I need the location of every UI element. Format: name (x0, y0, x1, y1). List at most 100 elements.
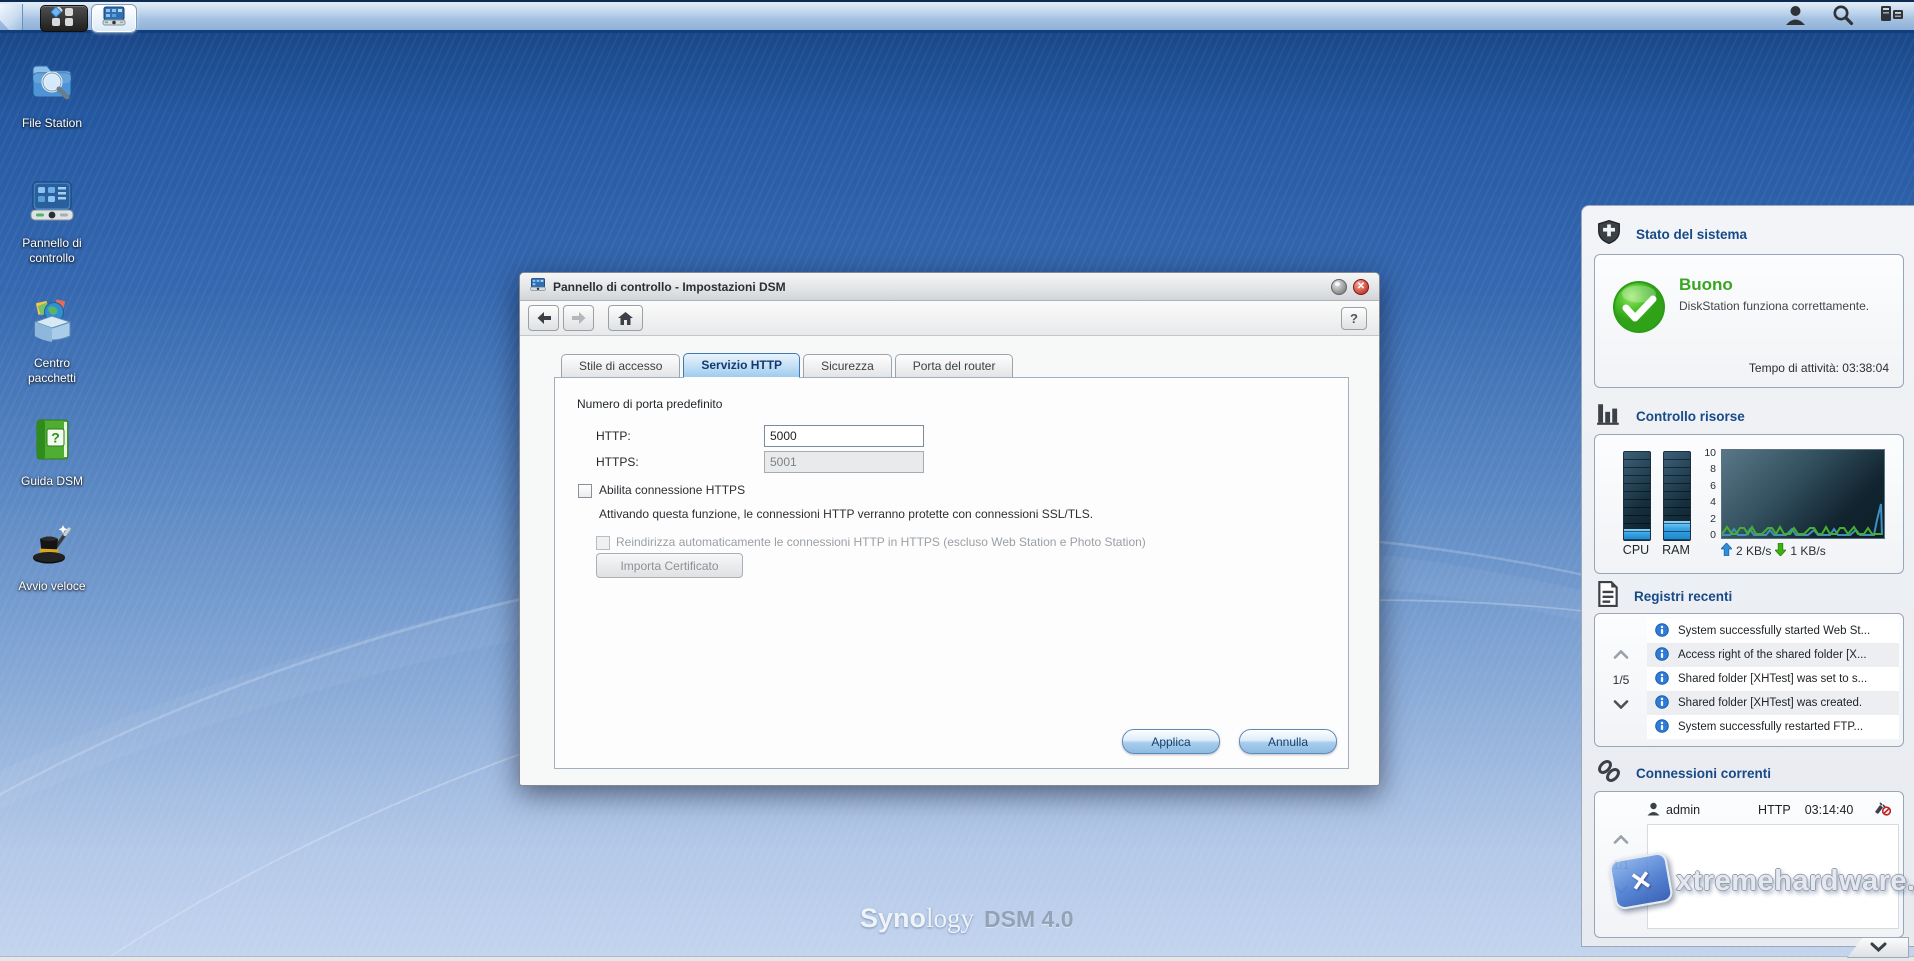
desktop-icon-label: Centro pacchetti (9, 356, 95, 385)
network-graph (1721, 449, 1885, 539)
connection-time: 03:14:40 (1805, 803, 1854, 817)
ram-meter (1663, 451, 1691, 541)
tab-bar: Stile di accesso Servizio HTTP Sicurezza… (561, 354, 1016, 378)
window-titlebar[interactable]: Pannello di controllo - Impostazioni DSM… (520, 273, 1379, 301)
xtremehardware-text: xtremehardware.it (1676, 865, 1914, 898)
recent-logs-header: Registri recenti (1596, 582, 1732, 610)
logs-pager: 1/5 (1595, 614, 1647, 746)
disconnect-icon[interactable] (1873, 801, 1891, 819)
window-title: Pannello di controllo - Impostazioni DSM (553, 280, 1325, 294)
connection-user: admin (1666, 803, 1700, 817)
window-icon (530, 277, 546, 297)
connections-header: Connessioni correnti (1596, 759, 1771, 787)
upload-rate: 2 KB/s (1736, 544, 1771, 558)
widget-title: Registri recenti (1634, 589, 1732, 604)
desktop: File Station Pannello di controllo (0, 0, 1914, 961)
chevron-down-icon (1870, 939, 1887, 957)
status-description: DiskStation funziona correttamente. (1679, 299, 1879, 315)
user-icon (1647, 802, 1660, 819)
desktop-icon-label: Pannello di controllo (9, 236, 95, 265)
tab-sicurezza[interactable]: Sicurezza (803, 354, 892, 378)
info-icon (1655, 695, 1669, 712)
log-row[interactable]: Shared folder [XHTest] was set to s... (1647, 667, 1899, 691)
logs-page-indicator: 1/5 (1613, 673, 1630, 687)
info-icon (1655, 623, 1669, 640)
ram-label: RAM (1659, 543, 1693, 557)
dsm-version: DSM 4.0 (984, 906, 1073, 933)
desktop-icon-label: Guida DSM (21, 474, 83, 489)
log-text: Shared folder [XHTest] was created. (1678, 697, 1862, 709)
main-menu-button[interactable] (40, 5, 88, 32)
widget-panel: Stato del sistema Buono DiskStation funz… (1581, 205, 1914, 947)
control-panel-icon (102, 6, 126, 31)
widget-title: Connessioni correnti (1636, 766, 1771, 781)
control-panel-icon (27, 178, 77, 231)
xtremehardware-logo-icon: ✕ (1608, 851, 1674, 910)
log-row[interactable]: System successfully started Web St... (1647, 619, 1899, 643)
brand-bold: Syno (860, 903, 926, 933)
back-button[interactable] (528, 305, 559, 331)
widget-title: Stato del sistema (1636, 227, 1747, 242)
log-text: Shared folder [XHTest] was set to s... (1678, 673, 1867, 685)
status-ok-icon (1611, 279, 1667, 340)
enable-https-checkbox[interactable] (578, 484, 592, 498)
apply-button[interactable]: Applica (1122, 729, 1220, 754)
desktop-icon-quick-start[interactable]: Avvio veloce (6, 521, 98, 594)
desktop-icon-dsm-help[interactable]: ? Guida DSM (6, 416, 98, 489)
resource-monitor-box: CPU RAM 108 64 20 2 KB/s 1 KB/s (1594, 434, 1904, 574)
widget-title: Controllo risorse (1636, 409, 1745, 424)
import-certificate-button: Importa Certificato (596, 553, 743, 578)
svg-text:?: ? (51, 430, 60, 446)
resource-monitor-header: Controllo risorse (1596, 402, 1745, 430)
window-toolbar: ? (520, 301, 1379, 336)
info-icon (1655, 647, 1669, 664)
section-title: Numero di porta predefinito (577, 397, 722, 411)
shield-cross-icon (1596, 219, 1622, 250)
desktop-icon-control-panel[interactable]: Pannello di controllo (6, 178, 98, 265)
redirect-https-label: Reindirizza automaticamente le connessio… (616, 535, 1146, 549)
help-button[interactable]: ? (1341, 307, 1367, 330)
download-rate: 1 KB/s (1790, 544, 1825, 558)
taskbar-control-panel-button[interactable] (92, 5, 136, 32)
desktop-icon-file-station[interactable]: File Station (6, 58, 98, 131)
connection-protocol: HTTP (1758, 803, 1791, 817)
status-value: Buono (1679, 275, 1733, 295)
tab-porta-del-router[interactable]: Porta del router (895, 354, 1014, 378)
desktop-icon-label: File Station (22, 116, 82, 131)
http-port-input[interactable] (764, 425, 924, 447)
uptime-text: Tempo di attività: 03:38:04 (1749, 361, 1889, 375)
control-panel-window: Pannello di controllo - Impostazioni DSM… (519, 272, 1380, 786)
recent-logs-box: 1/5 System successfully started Web St..… (1594, 613, 1904, 747)
tab-content-panel: Numero di porta predefinito HTTP: HTTPS:… (554, 377, 1349, 769)
pilot-view-icon[interactable] (1880, 5, 1904, 30)
tab-stile-di-accesso[interactable]: Stile di accesso (561, 354, 680, 378)
cancel-button[interactable]: Annulla (1239, 729, 1337, 754)
forward-button[interactable] (563, 305, 594, 331)
download-arrow-icon (1775, 543, 1786, 559)
close-button[interactable]: ✕ (1353, 279, 1369, 295)
page-up-icon[interactable] (1613, 646, 1629, 664)
upload-arrow-icon (1721, 543, 1732, 559)
home-button[interactable] (608, 305, 643, 331)
log-row[interactable]: System successfully restarted FTP... (1647, 715, 1899, 739)
desktop-icon-package-center[interactable]: Centro pacchetti (6, 298, 98, 385)
network-rates: 2 KB/s 1 KB/s (1721, 543, 1826, 559)
log-text: Access right of the shared folder [X... (1678, 649, 1867, 661)
system-status-header: Stato del sistema (1596, 220, 1747, 248)
log-row[interactable]: Shared folder [XHTest] was created. (1647, 691, 1899, 715)
bar-chart-icon (1596, 402, 1622, 431)
show-desktop-button[interactable] (0, 4, 23, 30)
page-up-icon[interactable] (1613, 831, 1629, 849)
network-y-axis: 108 64 20 (1694, 447, 1716, 541)
log-row[interactable]: Access right of the shared folder [X... (1647, 643, 1899, 667)
user-icon[interactable] (1785, 4, 1806, 31)
http-port-label: HTTP: (596, 429, 631, 443)
connection-row[interactable]: admin HTTP 03:14:40 (1647, 798, 1899, 822)
minimize-button[interactable] (1331, 279, 1347, 295)
xtremehardware-watermark: ✕ xtremehardware.it (1612, 856, 1914, 906)
search-icon[interactable] (1832, 4, 1854, 31)
log-text: System successfully restarted FTP... (1678, 721, 1863, 733)
page-down-icon[interactable] (1613, 696, 1629, 714)
file-station-icon (28, 58, 76, 111)
tab-servizio-http[interactable]: Servizio HTTP (683, 353, 800, 378)
